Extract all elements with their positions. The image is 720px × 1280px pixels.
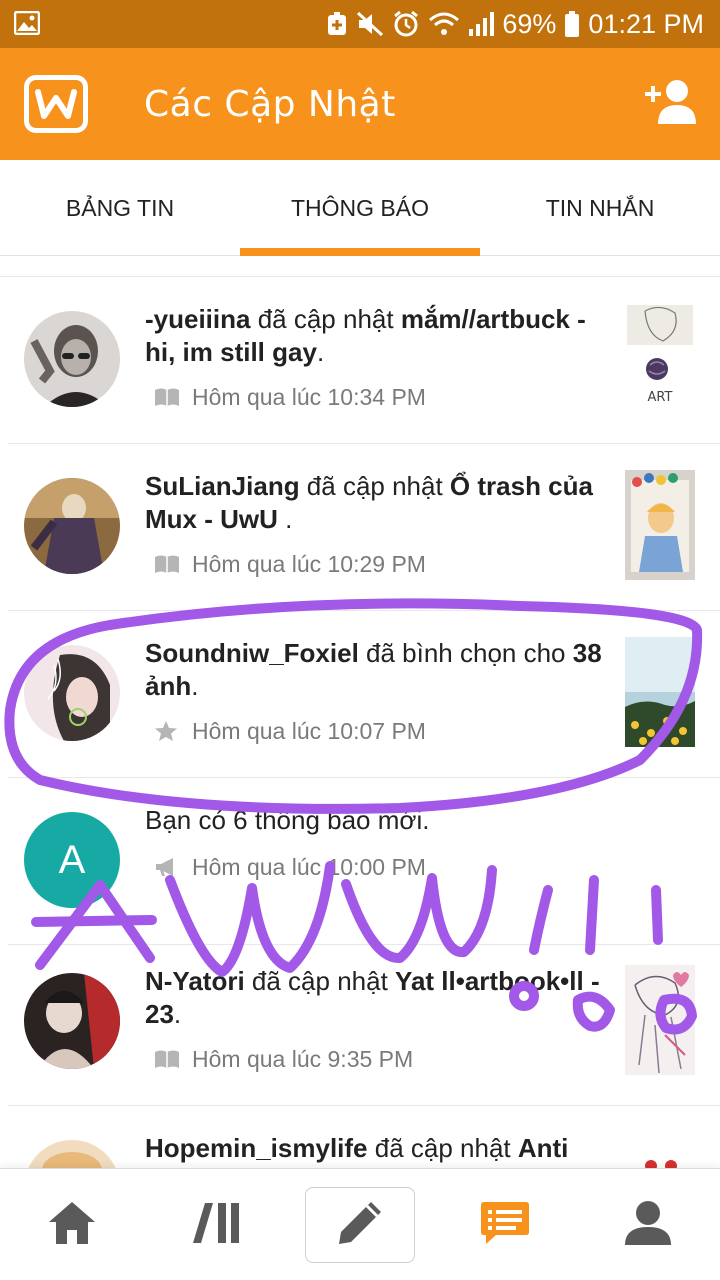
nav-write[interactable]	[305, 1187, 415, 1263]
megaphone-icon	[154, 857, 180, 877]
book-icon	[154, 554, 180, 574]
tab-news-feed[interactable]: BẢNG TIN	[0, 160, 240, 256]
notification-text: -yueiiina đã cập nhật mắm//artbuck - hi,…	[145, 304, 586, 367]
app-bar: Các Cập Nhật	[0, 48, 720, 160]
avatar[interactable]: A	[24, 812, 120, 908]
notification-text: N-Yatori đã cập nhật Yat ll•artbook•ll -…	[145, 966, 600, 1029]
notification-meta: Hôm qua lúc 9:35 PM	[154, 1044, 413, 1074]
avatar[interactable]	[24, 645, 120, 741]
battery-saver-icon	[326, 11, 348, 37]
clock-time: 01:21 PM	[588, 8, 704, 39]
home-icon	[47, 1200, 97, 1251]
notification-time: Hôm qua lúc 10:34 PM	[192, 383, 426, 410]
notification-time: Hôm qua lúc 10:07 PM	[192, 717, 426, 744]
battery-icon	[564, 10, 580, 38]
page-title: Các Cập Nhật	[144, 84, 396, 125]
notification-item[interactable]: N-Yatori đã cập nhật Yat ll•artbook•ll -…	[8, 939, 720, 1106]
add-user-icon[interactable]	[644, 78, 698, 131]
notification-time: Hôm qua lúc 10:29 PM	[192, 550, 426, 577]
notification-time: Hôm qua lúc 9:35 PM	[192, 1045, 414, 1072]
nav-profile[interactable]	[593, 1169, 703, 1280]
notification-text: Bạn có 6 thông báo mới.	[145, 805, 430, 835]
story-thumbnail[interactable]	[625, 1132, 695, 1168]
battery-percent: 69%	[502, 8, 557, 39]
notification-meta: Hôm qua lúc 10:07 PM	[154, 716, 426, 746]
wattpad-logo-icon[interactable]	[24, 75, 88, 133]
story-thumbnail[interactable]	[625, 470, 695, 580]
library-icon	[193, 1201, 241, 1250]
notification-item[interactable]: Hopemin_ismylife đã cập nhật Anti	[8, 1106, 720, 1168]
avatar[interactable]	[24, 311, 120, 407]
notification-item[interactable]: SuLianJiang đã cập nhật Ổ trash của Mux …	[8, 444, 720, 611]
mute-icon	[356, 11, 384, 37]
notification-meta: Hôm qua lúc 10:34 PM	[154, 382, 426, 412]
status-bar: 69% 01:21 PM	[0, 0, 720, 48]
tab-notifications[interactable]: THÔNG BÁO	[240, 160, 480, 256]
nav-library[interactable]	[162, 1169, 272, 1280]
story-thumbnail[interactable]	[625, 965, 695, 1075]
avatar[interactable]	[24, 1140, 120, 1168]
tab-messages[interactable]: TIN NHẮN	[480, 160, 720, 256]
notification-list: -yueiiina đã cập nhật mắm//artbuck - hi,…	[0, 276, 720, 1168]
avatar[interactable]	[24, 478, 120, 574]
notification-item[interactable]: A Bạn có 6 thông báo mới. Hôm qua lúc 10…	[8, 778, 720, 945]
signal-icon	[468, 11, 495, 37]
star-icon	[154, 720, 180, 742]
tab-bar: BẢNG TIN THÔNG BÁO TIN NHẮN	[0, 160, 720, 256]
wifi-icon	[428, 11, 460, 37]
notification-meta: Hôm qua lúc 10:00 PM	[154, 852, 426, 882]
profile-icon	[623, 1199, 673, 1252]
story-thumbnail[interactable]	[625, 637, 695, 747]
notification-text: Hopemin_ismylife đã cập nhật Anti	[145, 1133, 569, 1163]
book-icon	[154, 1049, 180, 1069]
avatar-letter: A	[58, 837, 86, 882]
avatar[interactable]	[24, 973, 120, 1069]
notification-text: SuLianJiang đã cập nhật Ổ trash của Mux …	[145, 471, 593, 534]
book-icon	[154, 387, 180, 407]
notifications-icon	[480, 1200, 530, 1251]
nav-notifications[interactable]	[450, 1169, 560, 1280]
notification-time: Hôm qua lúc 10:00 PM	[192, 853, 426, 880]
notification-meta: Hôm qua lúc 10:29 PM	[154, 549, 426, 579]
nav-home[interactable]	[17, 1169, 127, 1280]
alarm-icon	[392, 10, 420, 38]
notification-item[interactable]: -yueiiina đã cập nhật mắm//artbuck - hi,…	[8, 277, 720, 444]
write-icon	[335, 1198, 385, 1253]
thumbnail-caption: ART	[648, 390, 673, 405]
gallery-icon	[13, 10, 41, 40]
bottom-nav	[0, 1168, 720, 1280]
notification-text: Soundniw_Foxiel đã bình chọn cho 38 ảnh.	[145, 638, 602, 701]
notification-item[interactable]: Soundniw_Foxiel đã bình chọn cho 38 ảnh.…	[8, 611, 720, 778]
story-thumbnail[interactable]: ART	[625, 303, 695, 413]
